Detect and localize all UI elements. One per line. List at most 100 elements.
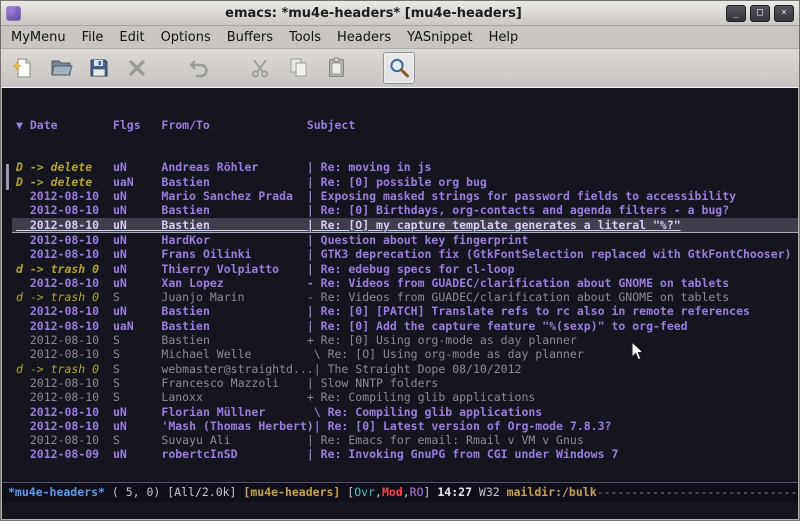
window-title: emacs: *mu4e-headers* [mu4e-headers] <box>27 6 720 21</box>
flags-column: uN <box>113 203 161 217</box>
from-column: Xan Lopez <box>161 276 306 290</box>
message-row[interactable]: 2012-08-10 uN Frans Oilinki | GTK3 depre… <box>12 247 798 261</box>
flags-column: S <box>113 333 161 347</box>
kill-buffer-button[interactable] <box>121 52 153 84</box>
scrollbar[interactable] <box>2 88 12 482</box>
modeline-segment: , <box>375 485 382 499</box>
message-row[interactable]: 2012-08-10 uN Florian Müllner \ Re: Comp… <box>12 405 798 419</box>
subject-column: - Re: Videos from GUADEC/clarification a… <box>307 290 729 304</box>
frame-content: ▼ Date Flgs From/To Subject D -> delete … <box>1 87 799 520</box>
menu-buffers[interactable]: Buffers <box>219 28 281 47</box>
window-controls: _□× <box>726 5 794 22</box>
message-row[interactable]: d -> trash 0 S webmaster@straightd...| T… <box>12 362 798 376</box>
menu-edit[interactable]: Edit <box>111 28 152 47</box>
flags-column: S <box>113 362 161 376</box>
date-column: 2012-08-10 <box>16 433 113 447</box>
message-row[interactable]: 2012-08-10 uN Bastien | Re: [0] [PATCH] … <box>12 304 798 318</box>
message-row[interactable]: 2012-08-10 S Francesco Mazzoli | Slow NN… <box>12 376 798 390</box>
message-row[interactable]: D -> delete uaN Bastien | Re: [0] possib… <box>12 175 798 189</box>
echo-area[interactable] <box>2 502 798 519</box>
subject-column: | Re: [0] possible org bug <box>307 175 487 189</box>
maximize-button[interactable]: □ <box>750 5 770 22</box>
message-row[interactable]: 2012-08-10 S Suvayu Ali | Re: Emacs for … <box>12 433 798 447</box>
modeline-segment: ] <box>424 485 438 499</box>
from-column: Bastien <box>161 218 306 232</box>
subject-column: + Re: Compiling glib applications <box>307 390 535 404</box>
message-row[interactable]: 2012-08-09 uN robertcInSD | Re: Invoking… <box>12 447 798 461</box>
menu-mymenu[interactable]: MyMenu <box>3 28 74 47</box>
subject-column: | Re: [0] Birthdays, org-contacts and ag… <box>307 203 729 217</box>
scrollbar-thumb[interactable] <box>6 164 9 190</box>
cut-button[interactable] <box>245 52 277 84</box>
message-row[interactable]: 2012-08-10 S Michael Welle \ Re: [O] Usi… <box>12 347 798 361</box>
subject-column: \ Re: Compiling glib applications <box>307 405 542 419</box>
message-row[interactable]: d -> trash 0 uN Thierry Volpiatto | Re: … <box>12 262 798 276</box>
title-bar[interactable]: emacs: *mu4e-headers* [mu4e-headers] _□× <box>1 1 799 26</box>
open-file-button[interactable] <box>45 52 77 84</box>
modeline-segment: ---------------------------------- <box>597 485 798 499</box>
save-icon <box>87 56 111 80</box>
date-column: 2012-08-10 <box>16 218 113 232</box>
modeline-segment: *mu4e-headers* <box>8 485 105 499</box>
from-column: Bastien <box>161 304 306 318</box>
from-column: Florian Müllner <box>161 405 306 419</box>
date-column: 2012-08-10 <box>16 419 113 433</box>
from-column: Mario Sanchez Prada <box>161 189 306 203</box>
menu-headers[interactable]: Headers <box>329 28 399 47</box>
menu-help[interactable]: Help <box>481 28 527 47</box>
undo-icon <box>187 56 211 80</box>
undo-button[interactable] <box>183 52 215 84</box>
flags-column: uN <box>113 447 161 461</box>
menu-file[interactable]: File <box>74 28 112 47</box>
flags-column: uN <box>113 262 161 276</box>
subject-column: | Re: edebug specs for cl-loop <box>307 262 515 276</box>
menu-options[interactable]: Options <box>153 28 219 47</box>
subject-column: - Re: Videos from GUADEC/clarification a… <box>307 276 729 290</box>
paste-icon <box>325 56 349 80</box>
menu-yasnippet[interactable]: YASnippet <box>399 28 481 47</box>
search-button[interactable] <box>383 52 415 84</box>
flags-column: S <box>113 376 161 390</box>
subject-column: | Re: [0] Add the capture feature "%(sex… <box>307 319 688 333</box>
message-row[interactable]: 2012-08-10 uN Mario Sanchez Prada | Expo… <box>12 189 798 203</box>
date-column: 2012-08-10 <box>16 189 113 203</box>
message-row[interactable]: 2012-08-10 uN HardKor | Question about k… <box>12 233 798 247</box>
date-column: 2012-08-10 <box>16 304 113 318</box>
message-row[interactable]: 2012-08-10 uN Bastien | Re: [0] Birthday… <box>12 203 798 217</box>
mark-column: d -> trash 0 <box>16 290 113 304</box>
from-column: 'Mash (Thomas Herbert) <box>161 419 313 433</box>
close-button[interactable]: × <box>774 5 794 22</box>
date-column: 2012-08-10 <box>16 390 113 404</box>
minimize-button[interactable]: _ <box>726 5 746 22</box>
flags-column: uaN <box>113 175 161 189</box>
flags-column: uN <box>113 160 161 174</box>
date-column: 2012-08-10 <box>16 233 113 247</box>
modeline-segment: , <box>403 485 410 499</box>
message-row[interactable]: D -> delete uN Andreas Röhler | Re: movi… <box>12 160 798 174</box>
message-row[interactable]: d -> trash 0 S Juanjo Marin - Re: Videos… <box>12 290 798 304</box>
subject-column: | The Straight Dope 08/10/2012 <box>314 362 522 376</box>
modeline-segment: 14:27 <box>437 485 472 499</box>
app-icon <box>6 6 21 21</box>
copy-button[interactable] <box>283 52 315 84</box>
message-row[interactable]: 2012-08-10 uN Xan Lopez - Re: Videos fro… <box>12 276 798 290</box>
paste-button[interactable] <box>321 52 353 84</box>
flags-column: S <box>113 290 161 304</box>
message-row[interactable]: 2012-08-10 S Lanoxx + Re: Compiling glib… <box>12 390 798 404</box>
mode-line: *mu4e-headers* ( 5, 0) [All/2.0k] [mu4e-… <box>2 482 798 502</box>
message-row[interactable]: 2012-08-10 S Bastien + Re: [0] Using org… <box>12 333 798 347</box>
save-button[interactable] <box>83 52 115 84</box>
message-row[interactable]: 2012-08-10 uN 'Mash (Thomas Herbert)| Re… <box>12 419 798 433</box>
date-column: 2012-08-10 <box>16 319 113 333</box>
message-row[interactable]: 2012-08-10 uN Bastien | Re: [O] my captu… <box>12 218 798 233</box>
menu-tools[interactable]: Tools <box>281 28 329 47</box>
flags-column: uN <box>113 233 161 247</box>
open-file-icon <box>49 56 73 80</box>
date-column: 2012-08-10 <box>16 405 113 419</box>
flags-column: uN <box>113 304 161 318</box>
header-line[interactable]: ▼ Date Flgs From/To Subject <box>12 118 798 132</box>
flags-column: uN <box>113 405 161 419</box>
message-row[interactable]: 2012-08-10 uaN Bastien | Re: [0] Add the… <box>12 319 798 333</box>
new-file-button[interactable] <box>7 52 39 84</box>
emacs-window: emacs: *mu4e-headers* [mu4e-headers] _□×… <box>0 0 800 521</box>
